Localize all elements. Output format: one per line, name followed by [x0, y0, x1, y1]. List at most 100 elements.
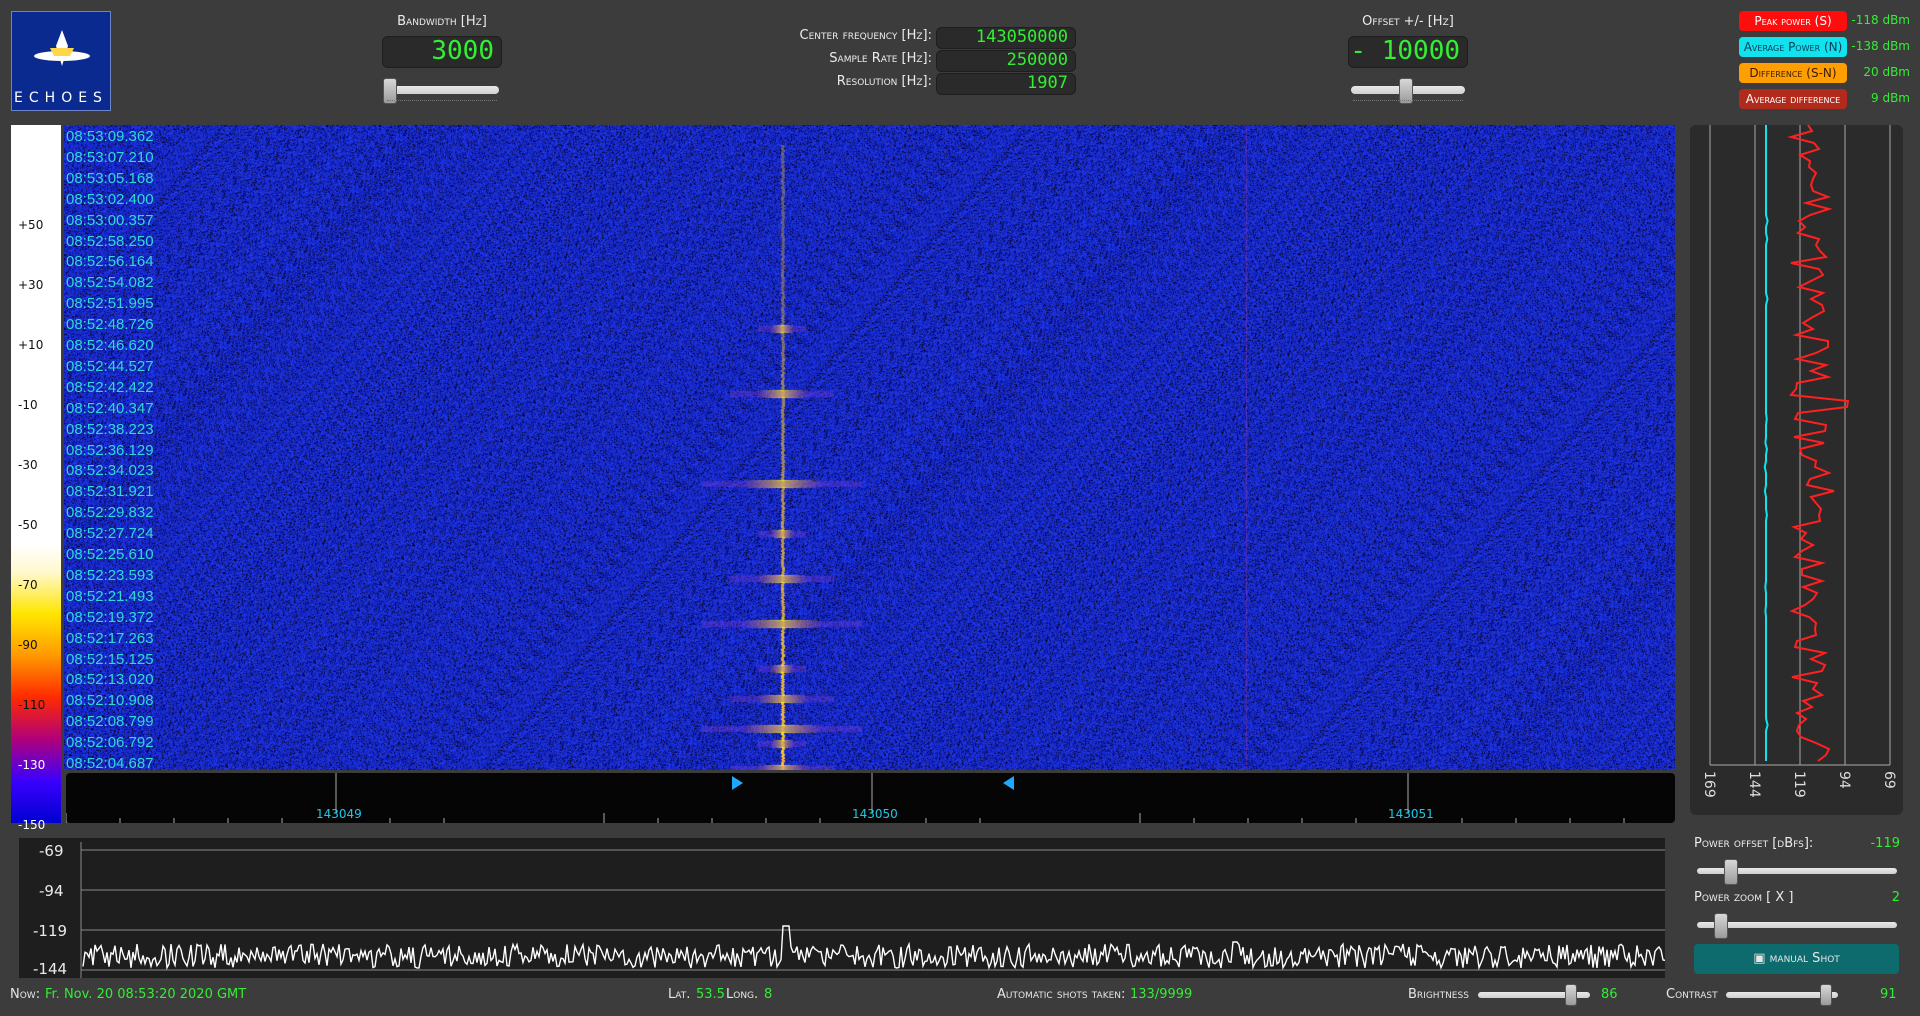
scope-y-label-119: -119	[33, 922, 68, 940]
timestamp-label: 08:52:17.263	[66, 629, 154, 647]
logo-text: ECHOES	[14, 90, 108, 106]
timestamp-label: 08:52:27.724	[66, 525, 154, 543]
bandwidth-left-marker-icon[interactable]	[730, 775, 744, 791]
center-frequency-label: Center frequency [Hz]:	[799, 28, 933, 43]
antenna-logo-icon	[34, 30, 90, 66]
sample-rate-display: 250000	[936, 50, 1076, 72]
power-axis-169: 169	[1701, 771, 1717, 798]
shots-label: Automatic shots taken:	[997, 987, 1126, 1002]
timestamp-label: 08:52:58.250	[66, 232, 154, 250]
timestamp-label: 08:52:13.020	[66, 671, 154, 689]
brightness-label: Brightness	[1408, 987, 1469, 1002]
waterfall-display[interactable]	[64, 125, 1675, 770]
color-scale-tick: +30	[18, 278, 44, 292]
power-axis-94: 94	[1836, 771, 1852, 789]
brightness-value: 86	[1601, 987, 1618, 1002]
offset-slider-ticks	[1353, 100, 1463, 105]
offset-label: Offset +/- [Hz]	[1362, 14, 1454, 29]
peak-power-value: -118 dBm	[1851, 13, 1910, 27]
power-axis-119: 119	[1791, 771, 1807, 798]
brightness-slider-handle[interactable]	[1565, 984, 1577, 1006]
timestamp-label: 08:52:04.687	[66, 755, 154, 772]
timestamp-label: 08:52:48.726	[66, 316, 154, 334]
contrast-label: Contrast	[1666, 987, 1718, 1002]
average-difference-value: 9 dBm	[1871, 91, 1910, 105]
waterfall-canvas	[64, 125, 1675, 770]
timestamp-label: 08:52:31.921	[66, 483, 154, 501]
timestamp-label: 08:52:25.610	[66, 546, 154, 563]
power-zoom-slider-handle[interactable]	[1714, 913, 1728, 939]
timestamp-label: 08:52:56.164	[66, 253, 154, 271]
power-offset-slider-handle[interactable]	[1724, 859, 1738, 885]
resolution-label: Resolution [Hz]:	[836, 74, 932, 89]
timestamp-label: 08:52:08.799	[66, 713, 154, 731]
now-value: Fr. Nov. 20 08:53:20 2020 GMT	[45, 987, 247, 1002]
long-value: 8	[764, 987, 773, 1002]
freq-label-143049: 143049	[316, 807, 362, 821]
timestamp-label: 08:53:05.168	[66, 169, 154, 187]
timestamp-label: 08:52:46.620	[66, 337, 154, 354]
power-zoom-label: Power zoom [ X ]	[1694, 890, 1794, 905]
spectrum-scope: -69 -94 -119 -144	[19, 838, 1665, 978]
color-scale-tick: -70	[18, 578, 38, 592]
lat-value: 53.5	[696, 987, 725, 1002]
bandwidth-slider[interactable]	[385, 86, 499, 94]
frequency-axis[interactable]: 143049 143050 143051	[66, 773, 1675, 823]
manual-shot-label: manual Shot	[1769, 951, 1840, 966]
color-scale-tick: -50	[18, 518, 38, 532]
timestamp-label: 08:52:34.023	[66, 462, 154, 480]
contrast-value: 91	[1880, 987, 1897, 1002]
timestamp-label: 08:53:07.210	[66, 148, 154, 166]
timestamp-label: 08:52:42.422	[66, 378, 154, 396]
power-axis-144: 144	[1746, 771, 1762, 798]
timestamp-label: 08:52:40.347	[66, 399, 154, 417]
average-power-badge: Average Power (N)	[1739, 37, 1847, 57]
difference-badge: Difference (S-N)	[1739, 63, 1847, 83]
bandwidth-right-marker-icon[interactable]	[1002, 775, 1016, 791]
freq-label-143051: 143051	[1388, 807, 1434, 821]
lat-label: Lat.	[668, 987, 691, 1002]
contrast-slider-handle[interactable]	[1820, 984, 1832, 1006]
timestamp-label: 08:52:06.792	[66, 734, 154, 752]
power-offset-value: -119	[1870, 836, 1900, 851]
scope-y-label-144: -144	[33, 960, 68, 978]
color-scale-tick: -130	[18, 758, 46, 772]
scope-y-label-69: -69	[39, 842, 64, 860]
scope-y-label-94: -94	[39, 882, 64, 900]
average-power-value: -138 dBm	[1851, 39, 1910, 53]
color-scale-tick: -30	[18, 458, 38, 472]
average-power-trace	[1763, 125, 1769, 761]
timestamp-label: 08:53:09.362	[66, 128, 154, 145]
difference-value: 20 dBm	[1863, 65, 1910, 79]
average-difference-badge: Average difference	[1739, 89, 1847, 109]
timestamp-label: 08:52:54.082	[66, 274, 154, 292]
manual-shot-button[interactable]: ▣ manual Shot	[1694, 944, 1899, 974]
shots-value: 133/9999	[1130, 987, 1193, 1002]
timestamp-label: 08:52:21.493	[66, 587, 154, 605]
power-zoom-value: 2	[1891, 890, 1900, 905]
long-label: Long.	[726, 987, 759, 1002]
color-scale-tick: -90	[18, 638, 38, 652]
color-scale-tick: -110	[18, 698, 46, 712]
resolution-display: 1907	[936, 73, 1076, 95]
power-axis-69: 69	[1881, 771, 1897, 789]
power-history-graph: 169 144 119 94 69	[1690, 125, 1903, 815]
timestamp-label: 08:52:51.995	[66, 295, 154, 313]
freq-label-143050: 143050	[852, 807, 898, 821]
color-scale-tick: +10	[18, 338, 44, 352]
timestamp-label: 08:52:23.593	[66, 566, 154, 584]
now-label: Now:	[10, 987, 41, 1002]
timestamp-label: 08:53:00.357	[66, 211, 154, 229]
camera-icon: ▣	[1753, 951, 1766, 966]
bandwidth-slider-ticks	[387, 100, 497, 105]
offset-display: - 10000	[1348, 36, 1468, 68]
timestamp-label: 08:52:15.125	[66, 650, 154, 668]
timestamp-label: 08:52:19.372	[66, 608, 154, 626]
color-scale-tick: -150	[18, 818, 46, 832]
peak-power-badge: Peak power (S)	[1739, 11, 1847, 31]
timestamp-label: 08:52:36.129	[66, 441, 154, 459]
timestamp-label: 08:52:10.908	[66, 692, 154, 710]
center-frequency-display: 143050000	[936, 27, 1076, 49]
power-history-plot	[1709, 125, 1891, 766]
bandwidth-display: 3000	[382, 36, 502, 68]
